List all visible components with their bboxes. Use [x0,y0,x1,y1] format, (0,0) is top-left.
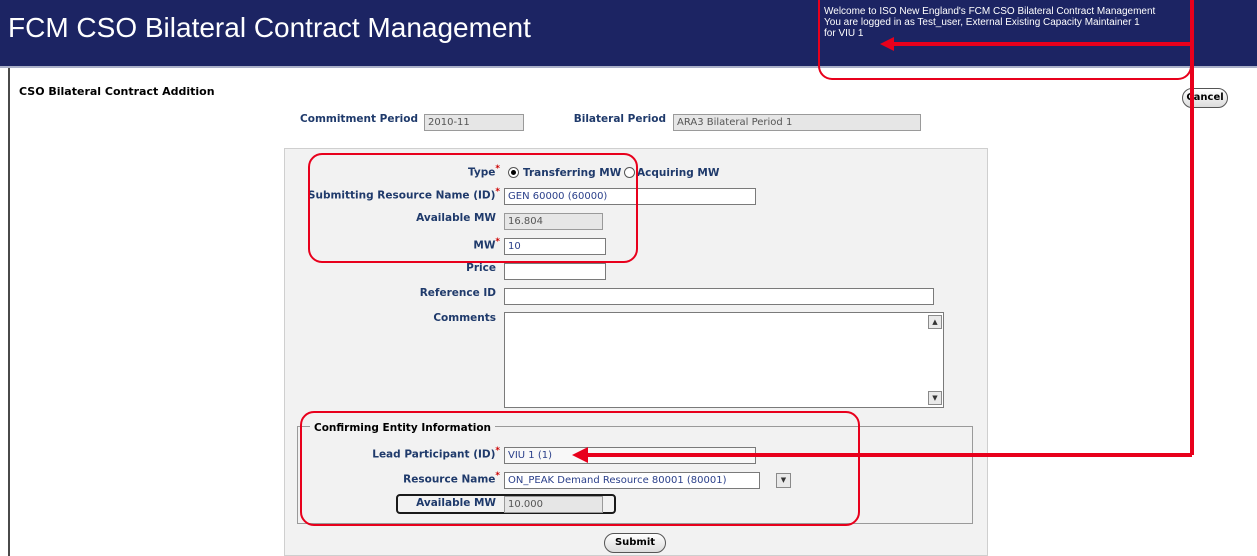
arrow-to-welcome-icon [880,0,1194,51]
annotation-arrows [572,0,1194,463]
arrow-to-lead-participant-icon [572,44,1194,463]
